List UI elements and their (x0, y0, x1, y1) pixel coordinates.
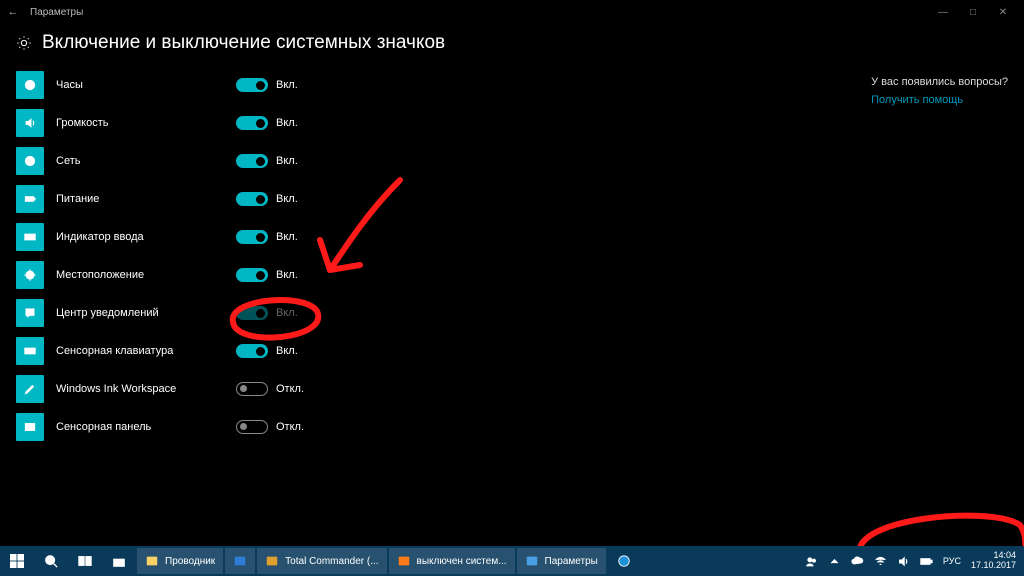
search-button[interactable] (34, 546, 68, 576)
taskbar-clock[interactable]: 14:04 17.10.2017 (971, 551, 1016, 571)
clock-icon (16, 71, 44, 99)
task-label: выключен систем... (417, 556, 507, 567)
setting-label: Сенсорная панель (56, 421, 196, 433)
taskbar-task[interactable]: Параметры (517, 548, 606, 574)
minimize-button[interactable]: — (928, 7, 958, 18)
volume-tray-icon[interactable] (897, 555, 910, 568)
toggle-state-label: Вкл. (276, 155, 298, 167)
setting-row-input: Индикатор ввода Вкл. (16, 218, 336, 256)
toggle-action (236, 306, 268, 320)
people-icon[interactable] (805, 555, 818, 568)
setting-label: Windows Ink Workspace (56, 383, 196, 395)
setting-label: Часы (56, 79, 196, 91)
tray-chevron-icon[interactable] (828, 555, 841, 568)
taskbar-task[interactable]: выключен систем... (389, 548, 515, 574)
setting-label: Местоположение (56, 269, 196, 281)
toggle-power[interactable] (236, 192, 268, 206)
onedrive-icon[interactable] (851, 555, 864, 568)
setting-label: Центр уведомлений (56, 307, 196, 319)
keyboard-icon (16, 223, 44, 251)
toggle-ink[interactable] (236, 382, 268, 396)
language-indicator[interactable]: РУС (943, 556, 961, 566)
setting-row-touchpad: Сенсорная панель Откл. (16, 408, 336, 446)
help-panel: У вас появились вопросы? Получить помощь (871, 76, 1008, 106)
setting-label: Питание (56, 193, 196, 205)
system-tray: РУС 14:04 17.10.2017 (805, 551, 1024, 571)
task-label: Проводник (165, 556, 215, 567)
touchpad-icon (16, 413, 44, 441)
toggle-touchpad[interactable] (236, 420, 268, 434)
toggle-touchkbd[interactable] (236, 344, 268, 358)
toggle-network[interactable] (236, 154, 268, 168)
edge-button[interactable] (607, 546, 641, 576)
system-icons-list: Часы Вкл. Громкость Вкл. Сеть Вкл. Питание Вкл.… (16, 66, 336, 446)
toggle-state-label: Вкл. (276, 79, 298, 91)
task-label: Параметры (545, 556, 598, 567)
keyboard-icon (16, 337, 44, 365)
setting-row-touchkbd: Сенсорная клавиатура Вкл. (16, 332, 336, 370)
close-button[interactable]: ✕ (988, 7, 1018, 18)
setting-row-network: Сеть Вкл. (16, 142, 336, 180)
titlebar: ← Параметры — □ ✕ (0, 0, 1024, 24)
setting-label: Индикатор ввода (56, 231, 196, 243)
setting-row-volume: Громкость Вкл. (16, 104, 336, 142)
taskbar-pinned-icon[interactable] (102, 546, 136, 576)
page-header: Включение и выключение системных значков (16, 32, 1008, 54)
taskbar-task[interactable]: Total Commander (... (257, 548, 386, 574)
toggle-state-label: Вкл. (276, 117, 298, 129)
toggle-location[interactable] (236, 268, 268, 282)
toggle-state-label: Вкл. (276, 269, 298, 281)
globe-icon (16, 147, 44, 175)
taskbar: Проводник Total Commander (... выключен си… (0, 546, 1024, 576)
maximize-button[interactable]: □ (958, 7, 988, 18)
battery-tray-icon[interactable] (920, 555, 933, 568)
task-label: Total Commander (... (285, 556, 378, 567)
help-link[interactable]: Получить помощь (871, 94, 1008, 106)
toggle-input[interactable] (236, 230, 268, 244)
page-title: Включение и выключение системных значков (42, 32, 445, 54)
back-button[interactable]: ← (6, 6, 20, 18)
toggle-state-label: Вкл. (276, 345, 298, 357)
setting-row-location: Местоположение Вкл. (16, 256, 336, 294)
help-question: У вас появились вопросы? (871, 76, 1008, 88)
toggle-volume[interactable] (236, 116, 268, 130)
window-title: Параметры (30, 7, 83, 18)
toggle-state-label: Вкл. (276, 307, 298, 319)
power-icon (16, 185, 44, 213)
taskbar-task[interactable]: Проводник (137, 548, 223, 574)
toggle-state-label: Вкл. (276, 231, 298, 243)
taskbar-task[interactable] (225, 548, 255, 574)
toggle-state-label: Откл. (276, 421, 304, 433)
action-icon (16, 299, 44, 327)
setting-row-action: Центр уведомлений Вкл. (16, 294, 336, 332)
wifi-icon[interactable] (874, 555, 887, 568)
start-button[interactable] (0, 546, 34, 576)
setting-row-power: Питание Вкл. (16, 180, 336, 218)
toggle-state-label: Откл. (276, 383, 304, 395)
toggle-state-label: Вкл. (276, 193, 298, 205)
gear-icon (16, 35, 32, 51)
location-icon (16, 261, 44, 289)
setting-row-clock: Часы Вкл. (16, 66, 336, 104)
setting-label: Сенсорная клавиатура (56, 345, 196, 357)
volume-icon (16, 109, 44, 137)
pen-icon (16, 375, 44, 403)
toggle-clock[interactable] (236, 78, 268, 92)
setting-label: Громкость (56, 117, 196, 129)
task-view-button[interactable] (68, 546, 102, 576)
setting-row-ink: Windows Ink Workspace Откл. (16, 370, 336, 408)
setting-label: Сеть (56, 155, 196, 167)
